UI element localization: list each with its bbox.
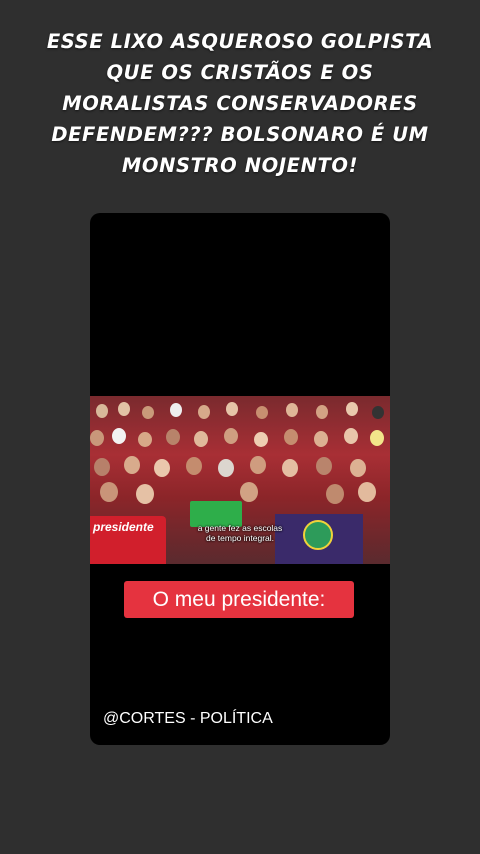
crowd-row <box>90 454 390 480</box>
story-overlay-text: ESSE LIXO ASQUEROSO GOLPISTA QUE OS CRIS… <box>46 30 434 177</box>
video-card[interactable]: presidente a gente fez as escolas de tem… <box>90 213 390 745</box>
crowd-row <box>90 400 390 426</box>
video-subtitle: a gente fez as escolas de tempo integral… <box>197 523 283 543</box>
caption-badge: O meu presidente: <box>124 581 354 618</box>
video-frame[interactable]: presidente a gente fez as escolas de tem… <box>90 396 390 564</box>
crowd-row <box>90 426 390 452</box>
channel-watermark: @CORTES - POLÍTICA <box>103 710 273 727</box>
